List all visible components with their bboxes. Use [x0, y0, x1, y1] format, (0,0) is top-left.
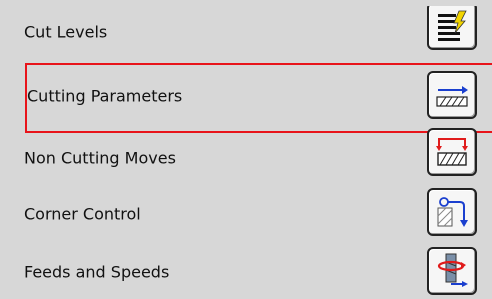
row-cutting-parameters[interactable]: Cutting Parameters: [0, 66, 492, 126]
row-feeds-and-speeds[interactable]: Feeds and Speeds: [0, 242, 492, 299]
row-corner-control[interactable]: Corner Control: [0, 184, 492, 244]
cut-levels-icon: [438, 10, 467, 41]
cutting-parameters-label: Cutting Parameters: [27, 86, 183, 106]
corner-control-label: Corner Control: [24, 204, 141, 224]
feeds-and-speeds-button[interactable]: [427, 247, 477, 295]
non-cutting-moves-button[interactable]: [427, 128, 477, 176]
cut-levels-button[interactable]: [427, 2, 477, 50]
feeds-and-speeds-icon: [437, 253, 468, 287]
corner-control-icon: [437, 197, 468, 227]
cutting-parameters-icon: [436, 86, 468, 107]
non-cutting-moves-label: Non Cutting Moves: [24, 148, 176, 168]
row-non-cutting-moves[interactable]: Non Cutting Moves: [0, 128, 492, 188]
non-cutting-moves-icon: [436, 138, 468, 166]
operation-settings-panel: Cut Levels Cutting Parameters Non Cuttin…: [0, 0, 492, 299]
corner-control-button[interactable]: [427, 188, 477, 236]
cut-levels-label: Cut Levels: [24, 22, 108, 42]
cutting-parameters-button[interactable]: [427, 71, 477, 119]
row-cut-levels[interactable]: Cut Levels: [0, 2, 492, 62]
feeds-and-speeds-label: Feeds and Speeds: [24, 262, 170, 282]
button-top-edge: [427, 0, 477, 6]
